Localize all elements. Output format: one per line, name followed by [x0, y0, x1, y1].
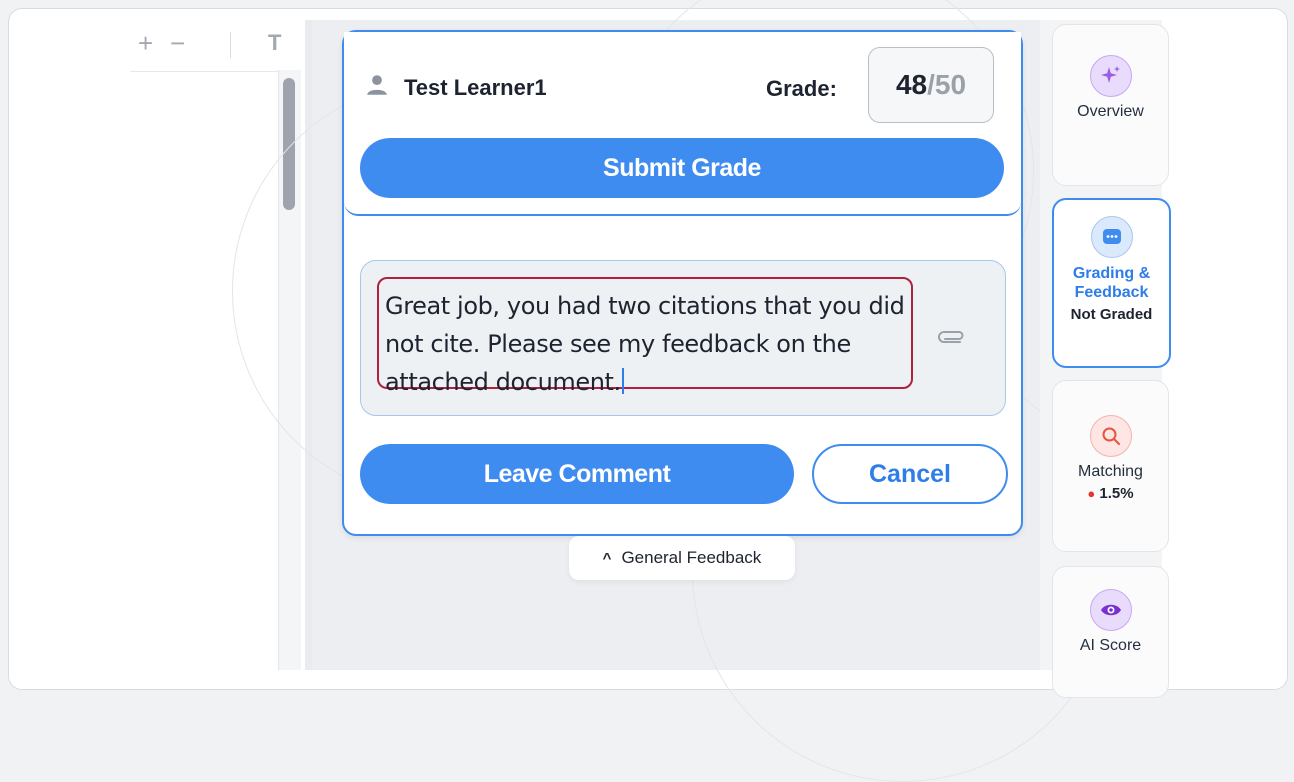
user-icon [364, 72, 390, 103]
toolbar-underline [130, 71, 282, 72]
sparkle-icon [1089, 55, 1132, 97]
submit-grade-button[interactable]: Submit Grade [360, 138, 1004, 198]
grade-separator: / [927, 69, 935, 100]
grade-input[interactable]: 48 / 50 [868, 47, 994, 123]
magnify-icon [1089, 415, 1132, 457]
nav-grading-label-line1: Grading & [1072, 265, 1151, 282]
nav-grading-label-line2: Feedback [1074, 284, 1149, 301]
chevron-up-icon: ^ [602, 549, 612, 567]
toolbar-divider [230, 32, 231, 58]
chat-bubble-icon [1090, 216, 1133, 258]
nav-grading-label: Grading & Feedback [1054, 264, 1169, 302]
learner-name: Test Learner1 [404, 74, 547, 100]
nav-ai-score[interactable]: AI Score [1052, 566, 1169, 698]
eye-icon [1089, 589, 1132, 631]
zoom-out-icon[interactable]: − [170, 30, 185, 56]
nav-overview-label: Overview [1077, 103, 1144, 120]
nav-grading-feedback[interactable]: Grading & Feedback Not Graded [1052, 198, 1171, 368]
comment-popup: Test Learner1 Grade: 48 / 50 Submit Grad… [342, 30, 1023, 536]
grade-max: 50 [934, 69, 967, 100]
cancel-button[interactable]: Cancel [812, 444, 1008, 504]
grade-score: 48 [895, 69, 928, 100]
feedback-textarea[interactable]: Great job, you had two citations that yo… [377, 277, 913, 396]
learner-info: Test Learner1 [364, 72, 547, 103]
status-dot: ● [1087, 486, 1096, 501]
nav-matching[interactable]: Matching ● 1.5% [1052, 380, 1169, 552]
grade-header: Test Learner1 Grade: 48 / 50 Submit Grad… [344, 32, 1021, 216]
leave-comment-button[interactable]: Leave Comment [360, 444, 794, 504]
feedback-text: Great job, you had two citations that yo… [385, 292, 905, 396]
text-cursor [621, 368, 624, 394]
paperclip-icon[interactable] [937, 327, 967, 350]
doc-toolbar: + − T [130, 20, 300, 70]
matching-percent: 1.5% [1099, 485, 1134, 502]
general-feedback-label: General Feedback [621, 548, 762, 567]
text-tool-icon[interactable]: T [268, 30, 281, 56]
matching-value: ● 1.5% [1053, 485, 1168, 502]
zoom-in-icon[interactable]: + [138, 30, 153, 56]
nav-matching-label: Matching [1078, 463, 1143, 480]
feedback-editor[interactable]: Great job, you had two citations that yo… [360, 260, 1006, 416]
nav-overview[interactable]: Overview [1052, 24, 1169, 186]
nav-ai-label: AI Score [1079, 637, 1142, 654]
grading-status: Not Graded [1070, 306, 1153, 323]
general-feedback-toggle[interactable]: ^ General Feedback [569, 536, 795, 580]
grade-label: Grade: [766, 76, 837, 101]
page-margin [1162, 20, 1286, 670]
